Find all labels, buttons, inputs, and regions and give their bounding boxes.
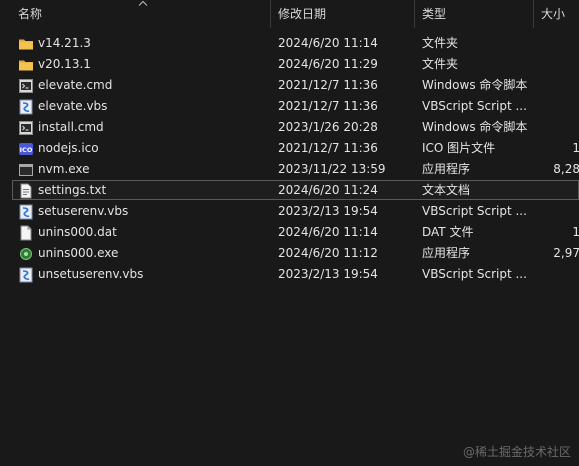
vbs-script-icon xyxy=(18,204,34,220)
file-type: VBScript Script ... xyxy=(422,204,527,218)
folder-icon xyxy=(18,57,34,73)
file-modified-date: 2024/6/20 11:14 xyxy=(278,36,378,50)
column-header-type[interactable]: 类型 xyxy=(422,0,533,28)
file-type: 文件夹 xyxy=(422,36,459,50)
ico-image-icon: ICO xyxy=(18,141,34,157)
file-name: unins000.exe xyxy=(38,246,119,260)
file-name: v14.21.3 xyxy=(38,36,91,50)
file-row[interactable]: unins000.exe 2024/6/20 11:12 应用程序 2,97 xyxy=(12,243,579,263)
file-row[interactable]: settings.txt 2024/6/20 11:24 文本文档 xyxy=(12,180,579,200)
column-header-date-label: 修改日期 xyxy=(278,7,327,21)
file-name: nodejs.ico xyxy=(38,141,99,155)
file-type: VBScript Script ... xyxy=(422,99,527,113)
file-type: Windows 命令脚本 xyxy=(422,120,528,134)
file-type: ICO 图片文件 xyxy=(422,141,496,155)
column-header-size-label: 大小 xyxy=(541,7,566,21)
column-divider[interactable] xyxy=(414,0,415,28)
file-name: elevate.vbs xyxy=(38,99,108,113)
file-size: 1 xyxy=(572,225,579,239)
file-row[interactable]: ICO nodejs.ico 2021/12/7 11:36 ICO 图片文件 1 xyxy=(12,138,579,158)
vbs-script-icon xyxy=(18,267,34,283)
file-type: 应用程序 xyxy=(422,246,471,260)
file-type: Windows 命令脚本 xyxy=(422,78,528,92)
column-divider[interactable] xyxy=(533,0,534,28)
file-modified-date: 2023/11/22 13:59 xyxy=(278,162,386,176)
file-row[interactable]: install.cmd 2023/1/26 20:28 Windows 命令脚本 xyxy=(12,117,579,137)
file-type: 文本文档 xyxy=(422,183,471,197)
file-modified-date: 2021/12/7 11:36 xyxy=(278,141,378,155)
file-row[interactable]: unins000.dat 2024/6/20 11:14 DAT 文件 1 xyxy=(12,222,579,242)
cmd-script-icon xyxy=(18,78,34,94)
svg-text:ICO: ICO xyxy=(20,146,33,154)
column-header-name-label: 名称 xyxy=(18,7,43,21)
cmd-script-icon xyxy=(18,120,34,136)
file-name: v20.13.1 xyxy=(38,57,91,71)
file-modified-date: 2023/2/13 19:54 xyxy=(278,204,378,218)
dat-file-icon xyxy=(18,225,34,241)
file-modified-date: 2023/1/26 20:28 xyxy=(278,120,378,134)
file-type: DAT 文件 xyxy=(422,225,474,239)
file-row[interactable]: v20.13.1 2024/6/20 11:29 文件夹 xyxy=(12,54,579,74)
file-modified-date: 2021/12/7 11:36 xyxy=(278,78,378,92)
file-name: nvm.exe xyxy=(38,162,90,176)
column-header-size[interactable]: 大小 xyxy=(541,0,579,28)
file-name: settings.txt xyxy=(38,183,107,197)
file-size: 8,28 xyxy=(553,162,579,176)
file-name: elevate.cmd xyxy=(38,78,113,92)
file-row[interactable]: nvm.exe 2023/11/22 13:59 应用程序 8,28 xyxy=(12,159,579,179)
file-size: 2,97 xyxy=(553,246,579,260)
exe-app-icon xyxy=(18,162,34,178)
file-explorer-window: 名称 修改日期 类型 大小 v14.21.3 2024/6/20 11:14 文件夹… xyxy=(0,0,579,466)
file-row[interactable]: unsetuserenv.vbs 2023/2/13 19:54 VBScript … xyxy=(12,264,579,284)
file-type: VBScript Script ... xyxy=(422,267,527,281)
file-row[interactable]: setuserenv.vbs 2023/2/13 19:54 VBScript Sc… xyxy=(12,201,579,221)
file-size: 1 xyxy=(572,141,579,155)
file-type: 应用程序 xyxy=(422,162,471,176)
vbs-script-icon xyxy=(18,99,34,115)
file-modified-date: 2024/6/20 11:12 xyxy=(278,246,378,260)
file-name: unsetuserenv.vbs xyxy=(38,267,144,281)
column-header-date[interactable]: 修改日期 xyxy=(278,0,414,28)
file-modified-date: 2024/6/20 11:24 xyxy=(278,183,378,197)
watermark-text: @稀土掘金技术社区 xyxy=(462,445,571,459)
file-row[interactable]: v14.21.3 2024/6/20 11:14 文件夹 xyxy=(12,33,579,53)
file-type: 文件夹 xyxy=(422,57,459,71)
file-modified-date: 2024/6/20 11:29 xyxy=(278,57,378,71)
file-modified-date: 2023/2/13 19:54 xyxy=(278,267,378,281)
file-name: install.cmd xyxy=(38,120,104,134)
folder-icon xyxy=(18,36,34,52)
column-divider[interactable] xyxy=(270,0,271,28)
file-modified-date: 2024/6/20 11:14 xyxy=(278,225,378,239)
file-name: unins000.dat xyxy=(38,225,117,239)
column-header-bar: 名称 修改日期 类型 大小 xyxy=(0,0,579,28)
text-document-icon xyxy=(18,183,34,199)
column-header-name[interactable]: 名称 xyxy=(18,0,270,28)
installer-exe-icon xyxy=(18,246,34,262)
file-modified-date: 2021/12/7 11:36 xyxy=(278,99,378,113)
file-name: setuserenv.vbs xyxy=(38,204,129,218)
file-row[interactable]: elevate.cmd 2021/12/7 11:36 Windows 命令脚本 xyxy=(12,75,579,95)
column-header-type-label: 类型 xyxy=(422,7,447,21)
file-row[interactable]: elevate.vbs 2021/12/7 11:36 VBScript Scrip… xyxy=(12,96,579,116)
